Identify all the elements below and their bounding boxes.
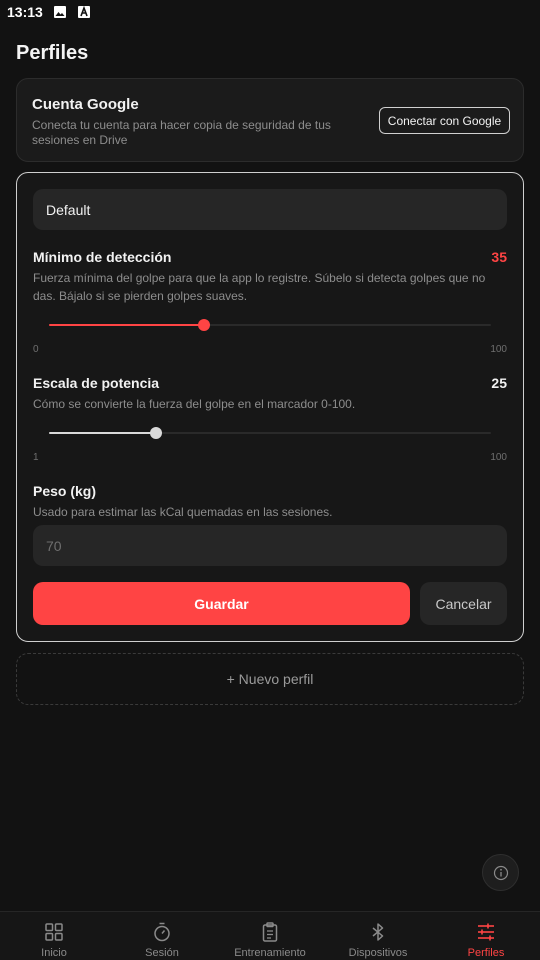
bluetooth-icon — [372, 923, 384, 941]
image-icon — [53, 6, 66, 18]
detection-label: Mínimo de detección — [33, 249, 172, 265]
power-scale-description: Cómo se convierte la fuerza del golpe en… — [33, 397, 356, 411]
power-scale-max-label: 100 — [490, 452, 507, 463]
google-card-description: Conecta tu cuenta para hacer copia de se… — [32, 118, 331, 147]
status-time: 13:13 — [7, 4, 43, 20]
nav-item-dispositivos[interactable]: Dispositivos — [324, 912, 432, 960]
nav-label: Inicio — [41, 947, 67, 959]
power-scale-label: Escala de potencia — [33, 375, 160, 391]
weight-description: Usado para estimar las kCal quemadas en … — [33, 505, 333, 519]
slider-thumb[interactable] — [197, 319, 210, 331]
bottom-nav: Inicio Sesión Entrenamiento Dispositivos — [0, 911, 540, 960]
sliders-icon — [478, 923, 494, 941]
clipboard-icon — [262, 922, 278, 942]
profile-editor-card: Default Mínimo de detección 35 Fuerza mí… — [16, 172, 524, 642]
google-card-title: Cuenta Google — [32, 96, 139, 113]
cancel-button[interactable]: Cancelar — [420, 582, 507, 625]
detection-description: Fuerza mínima del golpe para que la app … — [33, 271, 486, 303]
status-bar: 13:13 — [0, 0, 540, 24]
detection-max-label: 100 — [490, 344, 507, 355]
google-account-card: Cuenta Google Conecta tu cuenta para hac… — [16, 78, 524, 162]
detection-value: 35 — [491, 249, 507, 265]
text-a-icon — [77, 5, 90, 18]
info-icon — [493, 865, 508, 880]
weight-label: Peso (kg) — [33, 483, 97, 499]
nav-label: Perfiles — [467, 947, 505, 959]
detection-min-label: 0 — [33, 344, 39, 355]
nav-label: Sesión — [145, 947, 179, 959]
power-scale-min-label: 1 — [33, 452, 39, 463]
grid-icon — [45, 923, 63, 941]
info-button[interactable] — [482, 854, 519, 891]
power-scale-value: 25 — [491, 375, 507, 391]
nav-item-perfiles[interactable]: Perfiles — [432, 912, 540, 960]
weight-input[interactable]: 70 — [33, 525, 507, 566]
nav-item-inicio[interactable]: Inicio — [0, 912, 108, 960]
detection-slider[interactable] — [49, 318, 491, 332]
connect-google-button[interactable]: Conectar con Google — [379, 107, 510, 134]
nav-item-entrenamiento[interactable]: Entrenamiento — [216, 912, 324, 960]
page-title: Perfiles — [16, 42, 89, 64]
nav-label: Dispositivos — [348, 947, 408, 959]
nav-label: Entrenamiento — [234, 947, 306, 959]
slider-fill — [49, 432, 156, 434]
save-button[interactable]: Guardar — [33, 582, 410, 625]
power-scale-slider[interactable] — [49, 426, 491, 440]
profile-name-input[interactable]: Default — [33, 189, 507, 230]
new-profile-button[interactable]: + Nuevo perfil — [16, 653, 524, 705]
slider-fill — [49, 324, 204, 326]
nav-item-sesion[interactable]: Sesión — [108, 912, 216, 960]
stopwatch-icon — [154, 922, 170, 942]
slider-thumb[interactable] — [149, 427, 162, 439]
